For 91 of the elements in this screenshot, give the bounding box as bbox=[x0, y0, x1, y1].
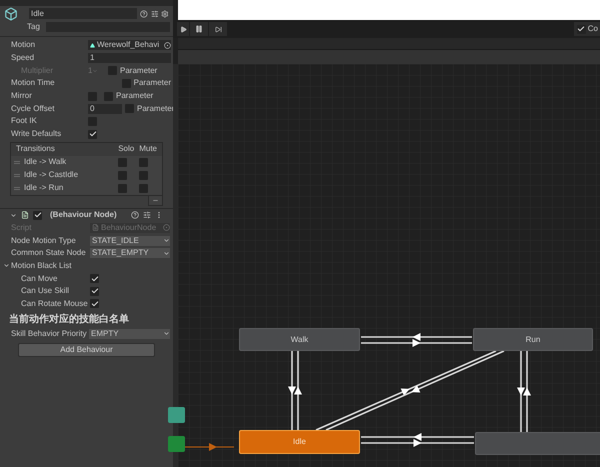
help-icon[interactable] bbox=[140, 10, 148, 18]
drag-handle-icon[interactable] bbox=[14, 174, 20, 176]
script-icon bbox=[21, 211, 29, 219]
property-label: Cycle Offset bbox=[11, 102, 56, 115]
transition-arrow[interactable] bbox=[523, 351, 531, 432]
solo-header: Solo bbox=[118, 143, 136, 155]
transition-arrow[interactable] bbox=[361, 439, 474, 447]
property-label: Motion Time bbox=[11, 77, 56, 90]
foldout-icon[interactable] bbox=[3, 262, 10, 270]
toolbar-toggle[interactable]: Co bbox=[574, 22, 600, 36]
state-node[interactable]: Walk bbox=[239, 328, 360, 351]
parameter-label: Parameter bbox=[120, 64, 158, 77]
parameter-label: Parameter bbox=[116, 90, 154, 102]
transitions-header: Transitions bbox=[16, 143, 56, 155]
transition-item[interactable]: Idle -> Run bbox=[24, 182, 118, 194]
step-icon bbox=[214, 26, 222, 32]
play-icon bbox=[180, 26, 186, 32]
state-icon bbox=[4, 6, 18, 20]
transition-arrow[interactable] bbox=[288, 351, 296, 430]
sliders-icon[interactable] bbox=[150, 10, 158, 18]
mute-checkbox[interactable] bbox=[139, 158, 148, 166]
toggle-label: Can Use Skill bbox=[21, 285, 70, 298]
transition-item[interactable]: Idle -> Walk bbox=[24, 156, 118, 168]
transition-arrow[interactable] bbox=[361, 339, 472, 347]
dropdown[interactable]: EMPTY bbox=[89, 328, 170, 339]
transition-item[interactable]: Idle -> CastIdle bbox=[24, 169, 118, 181]
object-field[interactable]: Werewolf_Behavi bbox=[88, 40, 171, 50]
settings-icon[interactable] bbox=[161, 10, 169, 18]
field-label: Node Motion Type bbox=[11, 234, 77, 247]
tag-label: Tag bbox=[27, 21, 40, 33]
parameter-label: Parameter bbox=[134, 77, 171, 90]
checkbox[interactable] bbox=[88, 130, 97, 139]
step-button[interactable] bbox=[209, 22, 227, 36]
checkbox[interactable] bbox=[88, 116, 97, 126]
transition-arrow[interactable] bbox=[294, 351, 302, 430]
state-node[interactable] bbox=[475, 432, 600, 455]
parameter-checkbox[interactable] bbox=[104, 92, 113, 101]
mute-header: Mute bbox=[139, 143, 157, 155]
script-icon bbox=[92, 224, 99, 232]
property-label: Write Defaults bbox=[11, 128, 62, 140]
field-label: Common State Node bbox=[11, 247, 87, 260]
property-label: Speed bbox=[11, 52, 36, 64]
component-title: (Behaviour Node) bbox=[50, 209, 118, 221]
section-heading: 当前动作对应的技能白名单 bbox=[9, 312, 130, 328]
caret-icon bbox=[92, 68, 98, 74]
caret-icon bbox=[163, 330, 170, 338]
play-button[interactable] bbox=[177, 22, 189, 36]
pause-icon bbox=[195, 25, 203, 33]
transition-arrow[interactable] bbox=[361, 433, 474, 441]
pause-button[interactable] bbox=[190, 22, 208, 36]
state-node[interactable] bbox=[168, 407, 185, 423]
field-label: Skill Behavior Priority bbox=[11, 328, 88, 340]
mute-checkbox[interactable] bbox=[139, 170, 148, 180]
transition-arrow[interactable] bbox=[517, 351, 525, 432]
solo-checkbox[interactable] bbox=[118, 170, 127, 180]
property-label: Motion bbox=[11, 39, 36, 52]
checkbox[interactable] bbox=[576, 24, 586, 34]
dropdown[interactable]: STATE_EMPTY bbox=[90, 248, 170, 258]
state-node[interactable] bbox=[168, 436, 185, 452]
parameter-checkbox[interactable] bbox=[125, 104, 134, 114]
property-label: Mirror bbox=[11, 90, 33, 102]
target-icon[interactable] bbox=[164, 42, 171, 49]
solo-checkbox[interactable] bbox=[118, 158, 127, 166]
enabled-checkbox[interactable] bbox=[33, 210, 42, 220]
parameter-label: Parameter bbox=[137, 102, 174, 115]
property-label: Foot IK bbox=[11, 115, 38, 128]
remove-button[interactable] bbox=[148, 196, 163, 206]
checkbox[interactable] bbox=[88, 92, 97, 101]
add-behaviour-button[interactable]: Add Behaviour bbox=[18, 343, 155, 357]
transition-arrow[interactable] bbox=[361, 333, 472, 341]
name-field[interactable]: Idle bbox=[29, 8, 137, 19]
solo-checkbox[interactable] bbox=[118, 184, 127, 192]
checkbox[interactable] bbox=[90, 286, 99, 296]
foldout-icon[interactable] bbox=[10, 212, 17, 218]
help-icon[interactable] bbox=[131, 211, 139, 219]
checkbox[interactable] bbox=[90, 299, 99, 308]
checkbox[interactable] bbox=[90, 274, 99, 284]
mute-checkbox[interactable] bbox=[139, 184, 148, 192]
parameter-checkbox[interactable] bbox=[122, 78, 131, 88]
toggle-label: Can Move bbox=[21, 272, 58, 285]
drag-handle-icon[interactable] bbox=[14, 160, 20, 164]
dropdown[interactable]: STATE_IDLE bbox=[90, 236, 170, 246]
sliders-icon[interactable] bbox=[143, 211, 151, 219]
asset-icon bbox=[90, 42, 95, 48]
state-node[interactable]: Run bbox=[473, 328, 593, 351]
text-field[interactable]: 1 bbox=[88, 53, 171, 64]
text-field[interactable]: 0 bbox=[88, 104, 122, 114]
toggle-label: Can Rotate Mouse bbox=[21, 298, 89, 310]
drag-handle-icon[interactable] bbox=[14, 186, 20, 190]
entry-arrow bbox=[184, 443, 234, 451]
foldout-label[interactable]: Motion Black List bbox=[11, 260, 72, 272]
